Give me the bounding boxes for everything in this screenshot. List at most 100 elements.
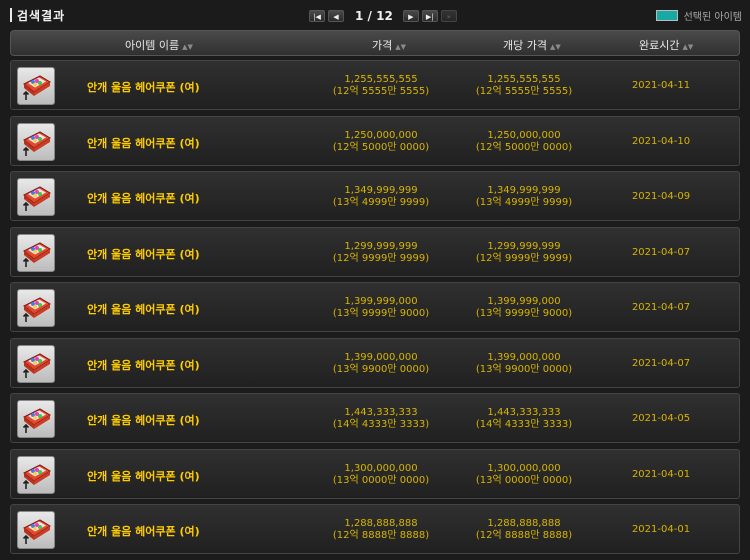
unit-price-korean: (12억 8888만 8888) bbox=[475, 530, 573, 541]
price-korean: (12억 9999만 9999) bbox=[332, 252, 430, 264]
first-page-icon[interactable]: |◀ bbox=[309, 10, 325, 22]
hair-coupon-icon[interactable] bbox=[17, 344, 55, 383]
price-cell: 1,250,000,000 (12억 5000만 0000) bbox=[311, 130, 451, 154]
hair-coupon-icon[interactable] bbox=[17, 511, 55, 549]
last-page-icon[interactable]: ▶| bbox=[421, 10, 438, 22]
price-korean: (13억 4999만 9999) bbox=[332, 197, 430, 208]
hair-coupon-icon[interactable] bbox=[17, 400, 55, 438]
sort-icon: ▲▼ bbox=[682, 43, 694, 51]
hair-coupon-icon[interactable] bbox=[17, 67, 55, 105]
hair-coupon-icon[interactable] bbox=[17, 178, 55, 216]
prev-page-icon[interactable]: ◀ bbox=[328, 10, 344, 22]
page-title: 검색결과 bbox=[17, 9, 66, 23]
price-value: 1,399,000,000 bbox=[344, 351, 418, 363]
page-indicator: 1 / 12 bbox=[355, 9, 393, 23]
unit-price-cell: 1,255,555,555 (12억 5555만 5555) bbox=[454, 74, 594, 98]
table-row[interactable]: 안개 울음 헤어쿠폰 (여) 1,288,888,888 (12억 8888만 88… bbox=[10, 504, 740, 554]
price-korean: (12억 5000만 0000) bbox=[332, 141, 430, 153]
unit-price-value: 1,443,333,333 bbox=[487, 407, 561, 418]
price-cell: 1,349,999,999 (13억 4999만 9999) bbox=[311, 185, 451, 209]
column-price[interactable]: 가격 ▲▼ bbox=[372, 37, 406, 53]
column-item-name[interactable]: 아이템 이름 ▲▼ bbox=[125, 37, 193, 53]
end-date: 2021-04-07 bbox=[631, 357, 691, 369]
end-date: 2021-04-05 bbox=[631, 413, 691, 424]
unit-price-cell: 1,250,000,000 (12억 5000만 0000) bbox=[454, 130, 594, 154]
unit-price-value: 1,399,999,000 bbox=[487, 296, 561, 307]
item-name: 안개 울음 헤어쿠폰 (여) bbox=[87, 136, 200, 150]
table-row[interactable]: 안개 울음 헤어쿠폰 (여) 1,300,000,000 (13억 0000만 00… bbox=[10, 448, 740, 499]
price-value: 1,255,555,555 bbox=[344, 74, 418, 85]
unit-price-value: 1,255,555,555 bbox=[487, 74, 561, 85]
unit-price-value: 1,300,000,000 bbox=[487, 462, 561, 474]
price-korean: (12억 8888만 8888) bbox=[332, 530, 430, 541]
unit-price-cell: 1,399,999,000 (13억 9999만 9000) bbox=[454, 296, 594, 320]
unit-price-korean: (13억 9999만 9000) bbox=[475, 308, 573, 319]
price-value: 1,299,999,999 bbox=[344, 240, 418, 252]
top-bar: 검색결과 |◀ ◀ 1 / 12 ▶ ▶| » 선택된 아이템 bbox=[0, 0, 750, 30]
column-end-time[interactable]: 완료시간 ▲▼ bbox=[639, 37, 693, 53]
price-value: 1,399,999,000 bbox=[344, 296, 418, 307]
unit-price-value: 1,299,999,999 bbox=[487, 240, 561, 252]
table-row[interactable]: 안개 울음 헤어쿠폰 (여) 1,443,333,333 (14억 4333만 33… bbox=[10, 393, 740, 443]
price-value: 1,250,000,000 bbox=[344, 129, 418, 141]
price-cell: 1,443,333,333 (14억 4333만 3333) bbox=[311, 407, 451, 431]
unit-price-cell: 1,288,888,888 (12억 8888만 8888) bbox=[454, 518, 594, 542]
sort-icon: ▲▼ bbox=[182, 43, 193, 51]
end-date: 2021-04-01 bbox=[631, 468, 691, 480]
price-korean: (13억 0000만 0000) bbox=[332, 474, 430, 486]
price-cell: 1,299,999,999 (12억 9999만 9999) bbox=[311, 241, 451, 265]
item-name: 안개 울음 헤어쿠폰 (여) bbox=[87, 247, 200, 261]
end-date: 2021-04-11 bbox=[631, 80, 691, 91]
unit-price-cell: 1,299,999,999 (12억 9999만 9999) bbox=[454, 241, 594, 265]
unit-price-value: 1,399,000,000 bbox=[487, 351, 561, 363]
end-date: 2021-04-09 bbox=[631, 191, 691, 202]
unit-price-korean: (12억 9999만 9999) bbox=[475, 252, 573, 264]
column-unit-price[interactable]: 개당 가격 ▲▼ bbox=[503, 37, 561, 53]
unit-price-cell: 1,349,999,999 (13억 4999만 9999) bbox=[454, 185, 594, 209]
hair-coupon-icon[interactable] bbox=[17, 233, 55, 272]
table-row[interactable]: 안개 울음 헤어쿠폰 (여) 1,399,000,000 (13억 9900만 00… bbox=[10, 337, 740, 388]
unit-price-value: 1,349,999,999 bbox=[487, 185, 561, 196]
hair-coupon-icon[interactable] bbox=[17, 455, 55, 494]
table-row[interactable]: 안개 울음 헤어쿠폰 (여) 1,250,000,000 (12억 5000만 00… bbox=[10, 115, 740, 166]
unit-price-value: 1,250,000,000 bbox=[487, 129, 561, 141]
price-cell: 1,399,999,000 (13억 9999만 9000) bbox=[311, 296, 451, 320]
hair-coupon-icon[interactable] bbox=[17, 289, 55, 327]
table-row[interactable]: 안개 울음 헤어쿠폰 (여) 1,299,999,999 (12억 9999만 99… bbox=[10, 226, 740, 277]
price-korean: (12억 5555만 5555) bbox=[332, 86, 430, 97]
sort-icon: ▲▼ bbox=[549, 43, 561, 51]
price-cell: 1,399,000,000 (13억 9900만 0000) bbox=[311, 352, 451, 376]
legend: 선택된 아이템 bbox=[655, 8, 742, 23]
price-value: 1,288,888,888 bbox=[344, 518, 418, 529]
table-header: 아이템 이름 ▲▼ 가격 ▲▼ 개당 가격 ▲▼ 완료시간 ▲▼ bbox=[10, 30, 740, 56]
title-marker bbox=[10, 8, 12, 22]
item-name: 안개 울음 헤어쿠폰 (여) bbox=[87, 192, 200, 205]
next-page-icon[interactable]: ▶ bbox=[402, 10, 419, 22]
unit-price-korean: (13억 4999만 9999) bbox=[475, 197, 573, 208]
selected-item-swatch bbox=[655, 10, 678, 21]
table-row[interactable]: 안개 울음 헤어쿠폰 (여) 1,255,555,555 (12억 5555만 55… bbox=[10, 60, 740, 110]
unit-price-korean: (13억 9900만 0000) bbox=[475, 363, 573, 375]
end-date: 2021-04-07 bbox=[631, 246, 691, 258]
price-cell: 1,300,000,000 (13억 0000만 0000) bbox=[311, 463, 451, 487]
item-name: 안개 울음 헤어쿠폰 (여) bbox=[87, 81, 200, 94]
price-value: 1,443,333,333 bbox=[344, 407, 418, 418]
unit-price-korean: (12억 5555만 5555) bbox=[475, 86, 573, 97]
unit-price-cell: 1,443,333,333 (14억 4333만 3333) bbox=[454, 407, 594, 431]
table-row[interactable]: 안개 울음 헤어쿠폰 (여) 1,399,999,000 (13억 9999만 90… bbox=[10, 282, 740, 332]
price-cell: 1,255,555,555 (12억 5555만 5555) bbox=[311, 74, 451, 98]
unit-price-cell: 1,300,000,000 (13억 0000만 0000) bbox=[454, 463, 594, 487]
sort-icon: ▲▼ bbox=[395, 43, 407, 51]
price-korean: (14억 4333만 3333) bbox=[332, 419, 430, 430]
end-date: 2021-04-07 bbox=[631, 302, 691, 313]
price-cell: 1,288,888,888 (12억 8888만 8888) bbox=[311, 518, 451, 542]
hair-coupon-icon[interactable] bbox=[17, 122, 55, 161]
table-row[interactable]: 안개 울음 헤어쿠폰 (여) 1,349,999,999 (13억 4999만 99… bbox=[10, 171, 740, 221]
unit-price-korean: (14억 4333만 3333) bbox=[475, 419, 573, 430]
item-name: 안개 울음 헤어쿠폰 (여) bbox=[87, 469, 200, 483]
price-korean: (13억 9999만 9000) bbox=[332, 308, 430, 319]
end-date: 2021-04-10 bbox=[631, 135, 691, 147]
price-value: 1,300,000,000 bbox=[344, 462, 418, 474]
unit-price-korean: (13억 0000만 0000) bbox=[475, 474, 573, 486]
skip-pages-icon[interactable]: » bbox=[440, 10, 457, 22]
